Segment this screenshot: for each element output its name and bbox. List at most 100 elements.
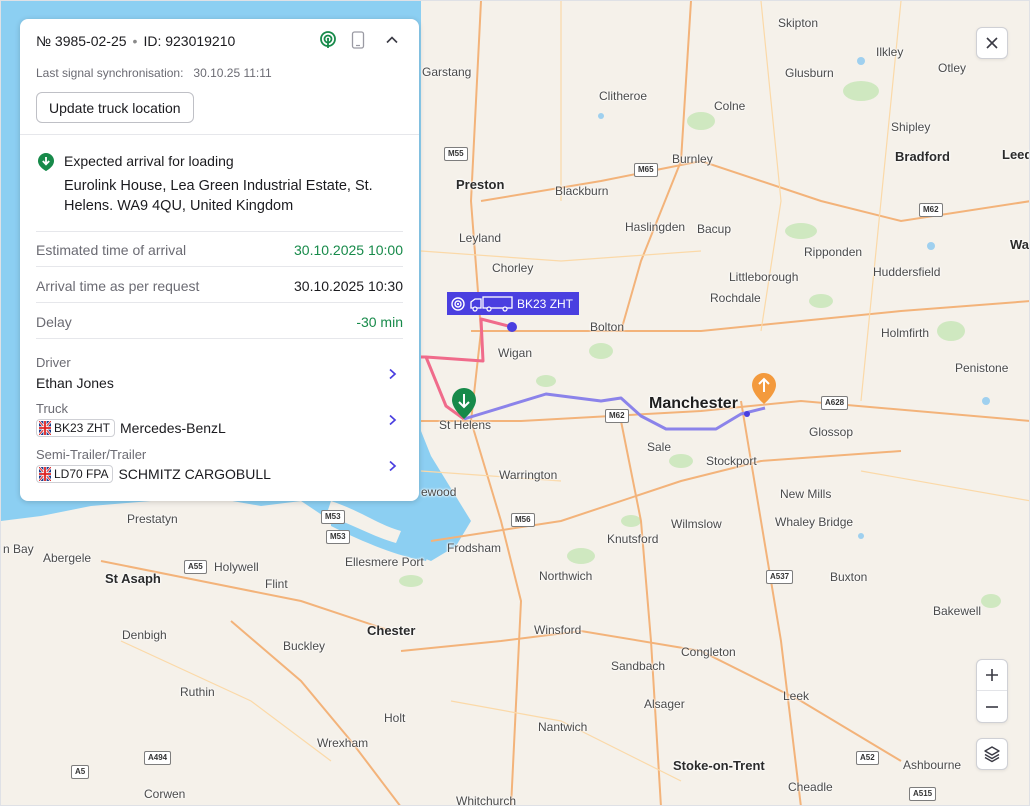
zoom-in-button[interactable] (977, 660, 1007, 692)
divider (36, 266, 403, 267)
place-label: Leed (1002, 147, 1030, 162)
place-label: Leyland (459, 231, 502, 245)
place-label: Ellesmere Port (345, 555, 424, 569)
road-shield: M53 (321, 510, 345, 524)
place-label: Bradford (895, 149, 950, 164)
place-label: Buxton (830, 570, 868, 584)
trailer-plate-text: LD70 FPA (54, 467, 109, 481)
truck-plate: BK23 ZHT (36, 419, 116, 437)
place-label: Bacup (697, 222, 732, 236)
road-shield: A52 (856, 751, 879, 765)
place-label: Sale (647, 440, 672, 454)
place-label: Bolton (590, 320, 625, 334)
truck-map-label[interactable]: BK23 ZHT (447, 292, 580, 315)
eta-value: 30.10.2025 10:00 (294, 242, 403, 258)
road-shield: M62 (919, 203, 943, 217)
divider (36, 338, 403, 339)
place-label: Skipton (778, 16, 819, 30)
place-label: ewood (421, 485, 457, 499)
place-label: Stockport (706, 454, 757, 468)
shipment-info-panel: № 3985-02-25 • ID: 923019210 Last signal… (20, 19, 419, 501)
driver-label: Driver (36, 355, 71, 370)
truck-info: BK23 ZHT Mercedes-BenzL (36, 419, 226, 437)
place-label: Manchester (649, 395, 738, 412)
road-shield: M56 (511, 513, 535, 527)
eta-label: Estimated time of arrival (36, 242, 187, 258)
chevron-right-icon[interactable] (385, 413, 399, 427)
place-label: Clitheroe (599, 89, 648, 103)
place-label: Flint (265, 577, 288, 591)
sync-label: Last signal synchronisation: (36, 66, 184, 80)
zoom-out-icon (986, 705, 998, 708)
road-shield: A55 (184, 560, 207, 574)
close-icon (986, 37, 998, 49)
place-label: Northwich (539, 569, 593, 583)
header-icons (319, 31, 399, 49)
place-label: St Helens (439, 418, 492, 432)
road-shield: M55 (444, 147, 468, 161)
place-label: Holt (384, 711, 406, 725)
layers-icon (984, 746, 1000, 763)
place-label: Knutsford (607, 532, 659, 546)
trailer-info: LD70 FPA SCHMITZ CARGOBULL (36, 465, 271, 483)
place-label: Chorley (492, 261, 534, 275)
trailer-plate: LD70 FPA (36, 465, 114, 483)
map-layers-button[interactable] (976, 738, 1008, 770)
zoom-in-icon (986, 669, 998, 681)
place-label: Whitchurch (456, 794, 517, 806)
place-label: Sandbach (611, 659, 666, 673)
place-label: Glusburn (785, 66, 834, 80)
place-label: Wigan (498, 346, 533, 360)
update-truck-location-button[interactable]: Update truck location (36, 92, 194, 123)
requested-arrival-label: Arrival time as per request (36, 278, 200, 294)
chevron-right-icon[interactable] (385, 367, 399, 381)
delay-value: -30 min (356, 314, 403, 330)
place-label: Haslingden (625, 220, 686, 234)
trailer-model: SCHMITZ CARGOBULL (118, 466, 271, 482)
place-label: Alsager (644, 697, 685, 711)
place-label: Colne (714, 99, 746, 113)
divider (20, 134, 419, 135)
signal-icon[interactable] (319, 31, 337, 49)
truck-label: Truck (36, 401, 69, 416)
place-label: Whaley Bridge (775, 515, 854, 529)
place-label: Warrington (499, 468, 558, 482)
trailer-label: Semi-Trailer/Trailer (36, 447, 147, 462)
place-label: Ashbourne (903, 758, 962, 772)
order-number: № 3985-02-25 (36, 33, 127, 49)
divider (36, 302, 403, 303)
arrival-pin-icon (38, 153, 54, 171)
close-map-button[interactable] (976, 27, 1008, 59)
place-label: Blackburn (555, 184, 609, 198)
place-label: Ilkley (876, 45, 904, 59)
place-label: Leek (783, 689, 810, 703)
place-label: Garstang (422, 65, 472, 79)
truck-label-text: BK23 ZHT (517, 296, 574, 311)
order-id: ID: 923019210 (143, 33, 236, 49)
place-label: Ruthin (180, 685, 215, 699)
order-header: № 3985-02-25 • ID: 923019210 (36, 33, 235, 49)
place-label: Rochdale (710, 291, 761, 305)
truck-position-dot (507, 322, 517, 332)
place-label: Abergele (43, 551, 92, 565)
zoom-out-button[interactable] (977, 691, 1007, 722)
chevron-right-icon[interactable] (385, 459, 399, 473)
order-separator: • (132, 33, 138, 49)
place-label: St Asaph (105, 571, 161, 586)
road-shield: A515 (909, 787, 937, 801)
place-label: Otley (938, 61, 967, 75)
place-label: Wrexham (317, 736, 369, 750)
place-label: Frodsham (447, 541, 502, 555)
place-label: Prestatyn (127, 512, 178, 526)
place-label: Bakewell (933, 604, 982, 618)
place-label: Glossop (809, 425, 854, 439)
place-label: Chester (367, 623, 416, 638)
place-label: Huddersfield (873, 265, 941, 279)
chevron-up-icon[interactable] (385, 33, 399, 47)
phone-icon[interactable] (351, 31, 365, 49)
loading-address: Eurolink House, Lea Green Industrial Est… (64, 178, 373, 214)
road-shield: A5 (71, 765, 90, 779)
sync-info: Last signal synchronisation: 30.10.25 11… (36, 66, 272, 80)
road-shield: M65 (634, 163, 658, 177)
place-label: Holywell (214, 560, 259, 574)
